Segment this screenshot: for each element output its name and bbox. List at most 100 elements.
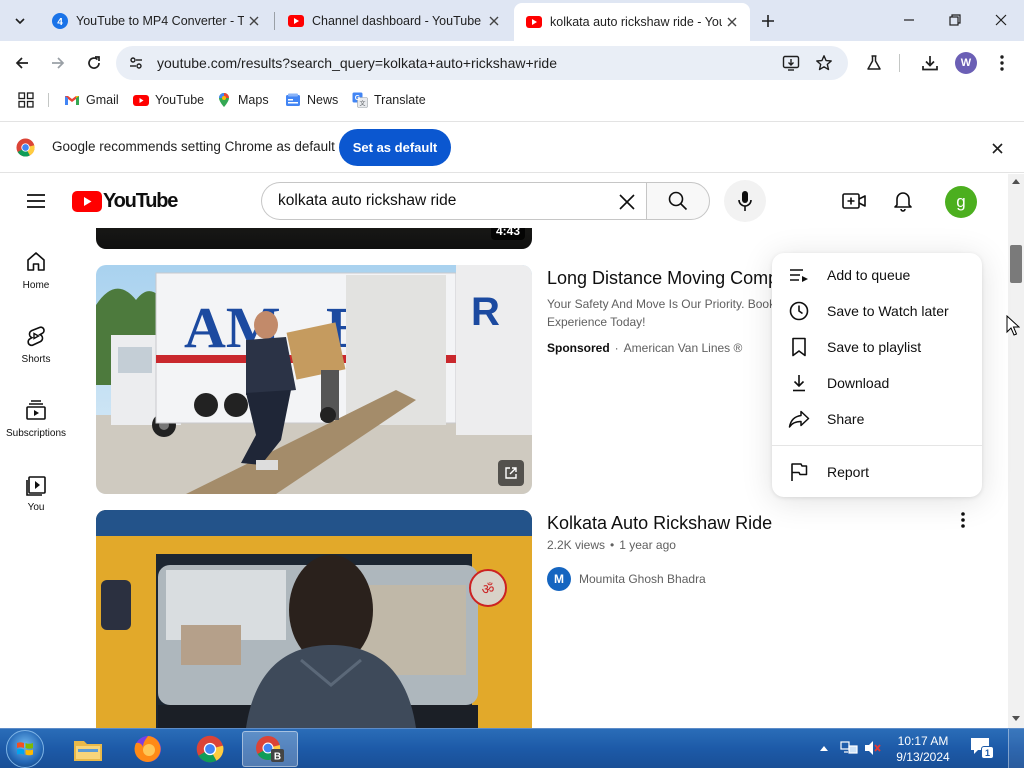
channel-avatar[interactable]: M <box>547 567 571 591</box>
bookmark-maps[interactable]: Maps <box>216 91 269 109</box>
download-icon <box>922 56 938 71</box>
rail-item-home[interactable]: Home <box>0 250 72 314</box>
chrome-logo-icon <box>196 735 224 763</box>
minimize-button[interactable] <box>886 0 932 40</box>
tab-search-button[interactable] <box>7 8 33 34</box>
scroll-down-arrow-icon[interactable] <box>1012 716 1020 722</box>
menu-item-add-to-queue[interactable]: Add to queue <box>772 257 982 293</box>
create-button[interactable] <box>840 187 868 215</box>
menu-item-label: Save to playlist <box>827 339 922 355</box>
ad-meta: Sponsored · American Van Lines ® <box>547 341 743 355</box>
page-scrollbar[interactable] <box>1008 174 1024 728</box>
start-button[interactable] <box>6 730 44 768</box>
back-arrow-icon <box>15 57 28 69</box>
action-center-button[interactable]: 1 <box>970 737 994 759</box>
rickshaw-interior-image: ॐ <box>96 510 532 728</box>
channel-link[interactable]: M Moumita Ghosh Bhadra <box>547 567 706 591</box>
windows-logo-icon <box>17 742 33 756</box>
site-info-icon[interactable] <box>128 55 144 71</box>
reload-button[interactable] <box>78 47 110 79</box>
bookmark-star-icon[interactable] <box>815 54 833 72</box>
tab-search-results[interactable]: kolkata auto rickshaw ride - You <box>514 3 750 41</box>
channel-initial: M <box>554 572 564 586</box>
volume-muted-icon[interactable] <box>864 740 882 756</box>
ad-thumbnail[interactable]: AM E R <box>96 265 532 494</box>
set-as-default-button[interactable]: Set as default <box>339 129 451 166</box>
notifications-button[interactable] <box>889 187 917 215</box>
chevron-down-icon <box>15 18 25 25</box>
account-avatar[interactable]: g <box>945 186 977 218</box>
menu-item-download[interactable]: Download <box>772 365 982 401</box>
youtube-icon <box>288 14 304 27</box>
menu-item-share[interactable]: Share <box>772 401 982 437</box>
scroll-up-arrow-icon[interactable] <box>1012 178 1020 184</box>
back-button[interactable] <box>6 47 38 79</box>
youtube-logo-icon <box>72 190 102 212</box>
taskbar-firefox[interactable] <box>120 731 176 767</box>
search-button[interactable] <box>646 182 710 220</box>
moving-truck-image: AM E R <box>96 265 532 494</box>
rail-item-you[interactable]: You <box>0 472 72 536</box>
address-bar[interactable]: youtube.com/results?search_query=kolkata… <box>116 46 848 80</box>
rail-label: Shorts <box>21 354 51 365</box>
bookmark-youtube[interactable]: YouTube <box>133 91 204 109</box>
menu-item-report[interactable]: Report <box>772 454 982 490</box>
apps-grid-icon <box>18 92 34 108</box>
close-tab-icon[interactable] <box>722 12 742 32</box>
menu-item-label: Add to queue <box>827 267 911 283</box>
microphone-icon <box>738 191 752 211</box>
tab-converter[interactable]: 4 YouTube to MP4 Converter - Tu <box>40 5 272 36</box>
menu-item-save-to-playlist[interactable]: Save to playlist <box>772 329 982 365</box>
video-thumbnail[interactable]: ॐ <box>96 510 532 728</box>
bookmark-translate[interactable]: G文 Translate <box>352 91 426 109</box>
taskbar-chrome-active[interactable]: B <box>242 731 298 767</box>
external-link-button[interactable] <box>498 460 524 486</box>
close-tab-icon[interactable] <box>244 11 264 31</box>
show-desktop-button[interactable] <box>1008 729 1024 769</box>
search-input[interactable]: kolkata auto rickshaw ride <box>261 182 647 220</box>
video-title[interactable]: Kolkata Auto Rickshaw Ride <box>547 513 772 534</box>
flag-icon <box>791 463 808 481</box>
close-tab-icon[interactable] <box>484 11 504 31</box>
taskbar-chrome-1[interactable] <box>182 731 238 767</box>
advertiser-name[interactable]: American Van Lines ® <box>624 341 743 355</box>
mouse-cursor-icon <box>1006 315 1020 336</box>
network-icon[interactable] <box>840 740 858 756</box>
firefox-icon <box>134 736 161 762</box>
menu-item-watch-later[interactable]: Save to Watch later <box>772 293 982 329</box>
ad-title[interactable]: Long Distance Moving Comp <box>547 268 778 289</box>
voice-search-button[interactable] <box>724 180 766 222</box>
menu-button[interactable] <box>986 47 1018 79</box>
forward-button[interactable] <box>42 47 74 79</box>
profile-button[interactable]: W <box>950 47 982 79</box>
apps-button[interactable] <box>18 91 34 109</box>
restore-button[interactable] <box>932 0 978 40</box>
guide-menu-button[interactable] <box>16 185 56 217</box>
show-hidden-icons-icon[interactable] <box>819 744 829 752</box>
hamburger-icon <box>27 194 45 208</box>
scrollbar-thumb[interactable] <box>1010 245 1022 283</box>
bookmark-news[interactable]: News <box>285 91 338 109</box>
rail-item-shorts[interactable]: Shorts <box>0 324 72 388</box>
share-icon <box>788 410 810 428</box>
bookmark-gmail[interactable]: Gmail <box>64 91 119 109</box>
downloads-button[interactable] <box>914 47 946 79</box>
clear-search-button[interactable] <box>614 189 640 215</box>
search-icon <box>668 191 688 211</box>
video-action-menu-button[interactable] <box>949 506 977 534</box>
taskbar-file-explorer[interactable] <box>60 731 116 767</box>
install-app-icon[interactable] <box>782 54 800 72</box>
channel-name[interactable]: Moumita Ghosh Bhadra <box>579 572 706 586</box>
video-metadata: 2.2K views • 1 year ago <box>547 538 676 552</box>
external-link-icon <box>505 467 517 479</box>
system-clock[interactable]: 10:17 AM 9/13/2024 <box>888 733 958 765</box>
close-window-button[interactable] <box>978 0 1024 40</box>
clock-time: 10:17 AM <box>897 734 949 748</box>
bookmark-label: Gmail <box>86 93 119 107</box>
infobar-close-button[interactable] <box>986 137 1008 159</box>
youtube-logo[interactable]: YouTube <box>72 190 178 212</box>
tab-channel-dashboard[interactable]: Channel dashboard - YouTube <box>276 5 512 36</box>
labs-button[interactable] <box>858 47 890 79</box>
rail-item-subscriptions[interactable]: Subscriptions <box>0 398 72 462</box>
new-tab-button[interactable] <box>755 8 781 34</box>
